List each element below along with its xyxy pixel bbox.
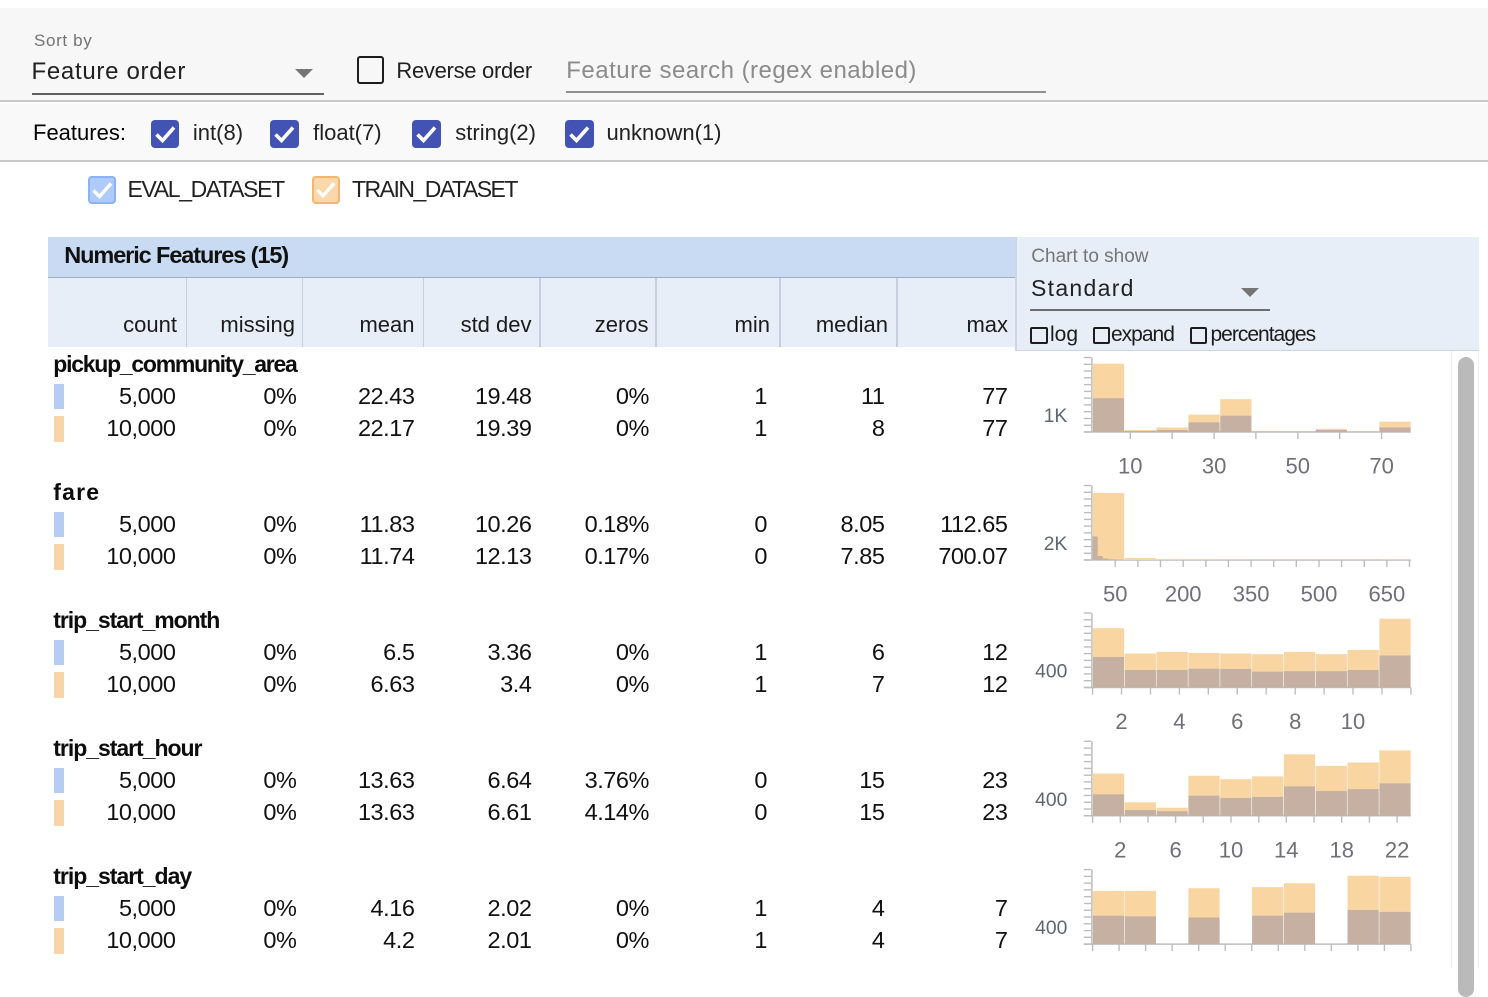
svg-text:2: 2	[1115, 709, 1127, 734]
svg-text:10: 10	[1341, 709, 1365, 734]
svg-text:50: 50	[1286, 454, 1310, 479]
svg-text:6: 6	[1231, 709, 1243, 734]
svg-text:2K: 2K	[1044, 534, 1068, 555]
svg-text:650: 650	[1369, 582, 1406, 607]
svg-text:10: 10	[1118, 454, 1142, 479]
svg-text:10: 10	[1219, 837, 1243, 862]
svg-text:1K: 1K	[1044, 406, 1068, 427]
svg-text:350: 350	[1233, 582, 1270, 607]
svg-text:400: 400	[1035, 662, 1067, 683]
svg-text:4: 4	[1173, 709, 1185, 734]
svg-text:400: 400	[1035, 790, 1067, 811]
svg-text:200: 200	[1165, 582, 1202, 607]
svg-text:18: 18	[1329, 837, 1353, 862]
svg-text:70: 70	[1369, 454, 1393, 479]
svg-text:30: 30	[1202, 454, 1226, 479]
svg-text:400: 400	[1035, 918, 1067, 939]
svg-text:14: 14	[1274, 837, 1298, 862]
svg-text:2: 2	[1114, 837, 1126, 862]
svg-text:6: 6	[1169, 837, 1181, 862]
svg-text:8: 8	[1289, 709, 1301, 734]
svg-text:50: 50	[1103, 582, 1127, 607]
svg-text:22: 22	[1385, 837, 1409, 862]
svg-text:500: 500	[1301, 582, 1338, 607]
